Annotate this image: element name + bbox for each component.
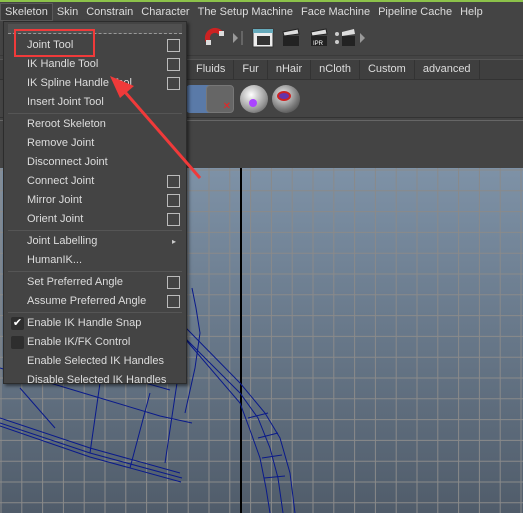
menu-help[interactable]: Help	[456, 3, 487, 21]
menu-item-disconnect-joint[interactable]: Disconnect Joint	[4, 153, 186, 172]
option-box[interactable]	[167, 295, 180, 308]
menu-item-assume-preferred-angle[interactable]: Assume Preferred Angle	[4, 292, 186, 311]
menu-item-humanik[interactable]: HumanIK...	[4, 251, 186, 270]
menu-item-connect-joint[interactable]: Connect Joint	[4, 172, 186, 191]
menu-character[interactable]: Character	[137, 3, 193, 21]
label: IK Handle Tool	[27, 58, 99, 70]
label: Disconnect Joint	[27, 156, 108, 168]
wireframe-edge	[179, 332, 284, 513]
label: IK Spline Handle Tool	[27, 77, 132, 89]
tab-ncloth[interactable]: nCloth	[311, 60, 360, 79]
label: Remove Joint	[27, 137, 95, 149]
tab-advanced[interactable]: advanced	[415, 60, 480, 79]
option-box[interactable]	[167, 77, 180, 90]
option-box[interactable]	[167, 39, 180, 52]
wireframe-edge	[0, 422, 183, 479]
menu-skin[interactable]: Skin	[53, 3, 82, 21]
wireframe-edge	[0, 417, 181, 474]
label: Disable Selected IK Handles	[27, 374, 167, 386]
menubar: Skeleton Skin Constrain Character The Se…	[0, 2, 523, 22]
option-box[interactable]	[167, 276, 180, 289]
menu-item-mirror-joint[interactable]: Mirror Joint	[4, 191, 186, 210]
tab-nhair[interactable]: nHair	[268, 60, 312, 79]
paint-brush-icon[interactable]	[272, 85, 300, 113]
separator	[8, 312, 182, 313]
tab-fur[interactable]: Fur	[234, 60, 268, 79]
remove-material-icon[interactable]: ✕	[206, 85, 234, 113]
label: Orient Joint	[27, 213, 84, 225]
menu-item-ik-handle-tool[interactable]: IK Handle Tool	[4, 55, 186, 74]
expand-arrow-icon[interactable]	[358, 27, 368, 49]
label: Insert Joint Tool	[27, 96, 104, 108]
label: Enable Selected IK Handles	[27, 355, 164, 367]
menu-skeleton[interactable]: Skeleton	[0, 3, 53, 21]
menu-item-joint-labelling[interactable]: Joint Labelling ▸	[4, 232, 186, 251]
tab-fluids[interactable]: Fluids	[188, 60, 235, 79]
render-view-icon[interactable]	[252, 27, 274, 49]
separator	[8, 271, 182, 272]
render-settings-icon[interactable]	[334, 27, 356, 49]
menu-pipeline-cache[interactable]: Pipeline Cache	[374, 3, 456, 21]
collapse-arrow-icon[interactable]	[230, 27, 244, 49]
menu-item-enable-ik-handle-snap[interactable]: ✔ Enable IK Handle Snap	[4, 314, 186, 333]
menu-item-disable-selected-ik-handles[interactable]: Disable Selected IK Handles	[4, 371, 186, 390]
menu-item-ik-spline-handle-tool[interactable]: IK Spline Handle Tool	[4, 74, 186, 93]
label: Assume Preferred Angle	[27, 295, 147, 307]
menu-item-set-preferred-angle[interactable]: Set Preferred Angle	[4, 273, 186, 292]
wireframe-edge	[263, 475, 286, 479]
wireframe-edge	[257, 432, 279, 439]
ipr-render-icon[interactable]: IPR	[308, 27, 330, 49]
separator	[8, 113, 182, 114]
menu-item-enable-ikfk-control[interactable]: Enable IK/FK Control	[4, 333, 186, 352]
option-box[interactable]	[167, 194, 180, 207]
label: Enable IK Handle Snap	[27, 317, 142, 329]
option-box[interactable]	[167, 213, 180, 226]
label: Connect Joint	[27, 175, 95, 187]
submenu-arrow-icon: ▸	[171, 237, 176, 246]
label: Mirror Joint	[27, 194, 83, 206]
menu-item-reroot-skeleton[interactable]: Reroot Skeleton	[4, 115, 186, 134]
label: Joint Labelling	[27, 235, 98, 247]
label: Set Preferred Angle	[27, 276, 124, 288]
menu-item-orient-joint[interactable]: Orient Joint	[4, 210, 186, 229]
tab-custom[interactable]: Custom	[360, 60, 415, 79]
separator	[8, 230, 182, 231]
menu-face-machine[interactable]: Face Machine	[297, 3, 374, 21]
menu-item-insert-joint-tool[interactable]: Insert Joint Tool	[4, 93, 186, 112]
wireframe-edge	[0, 425, 182, 483]
menu-item-remove-joint[interactable]: Remove Joint	[4, 134, 186, 153]
option-box[interactable]	[167, 58, 180, 71]
label: Enable IK/FK Control	[27, 336, 131, 348]
checkbox-unchecked[interactable]	[11, 336, 24, 349]
render-frame-icon[interactable]	[280, 27, 302, 49]
svg-text:IPR: IPR	[313, 41, 324, 47]
snap-magnet-icon[interactable]	[204, 27, 226, 49]
wireframe-edge	[185, 339, 271, 513]
option-box[interactable]	[167, 175, 180, 188]
menu-item-enable-selected-ik-handles[interactable]: Enable Selected IK Handles	[4, 352, 186, 371]
menu-constrain[interactable]: Constrain	[82, 3, 137, 21]
skeleton-menu: Joint Tool IK Handle Tool IK Spline Hand…	[3, 21, 187, 386]
label: HumanIK...	[27, 254, 83, 266]
menu-setup-machine[interactable]: The Setup Machine	[194, 3, 297, 21]
checkmark-icon[interactable]: ✔	[11, 317, 24, 330]
hypershade-icon[interactable]	[240, 85, 268, 113]
label: Reroot Skeleton	[27, 118, 106, 130]
annotation-highlight-box	[14, 29, 95, 57]
